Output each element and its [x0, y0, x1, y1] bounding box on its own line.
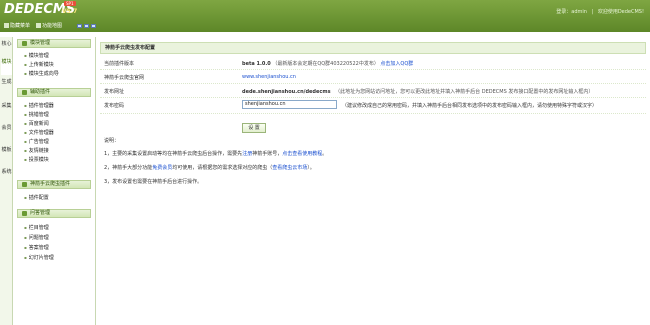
group-title: 模块管理 — [30, 40, 51, 46]
sidebar-item-friend-links[interactable]: 友情链接 — [24, 147, 49, 154]
settings-save-button[interactable]: 设 置 — [242, 123, 266, 133]
sidebar-item-error-manage[interactable]: 挑错管理 — [24, 111, 49, 118]
tab-generate[interactable]: 生成 — [1, 79, 12, 95]
hide-menu-button[interactable]: 隐藏菜单 — [4, 22, 30, 29]
tab-system[interactable]: 系统 — [1, 169, 12, 185]
row-official-site: 神箭手云爬虫官网 www.shenjianshou.cn — [100, 70, 646, 84]
sidebar-item-answer-manage[interactable]: 答案管理 — [24, 244, 49, 251]
row-publish-password: 发布密码 shenjianshou.cn （建议修改成自己的常用密码，并填入神箭… — [100, 98, 646, 114]
sidebar-item-category-manage[interactable]: 栏目管理 — [24, 224, 49, 231]
layout-toggle-icon-1[interactable] — [77, 24, 82, 28]
note-text: 2，神箭手大部分功能 — [104, 165, 153, 171]
sidebar-item-plugin-manager[interactable]: 插件管理器 — [24, 102, 54, 109]
crawler-market-link[interactable]: 查看爬虫云市场 — [272, 165, 307, 171]
group-title: 问答管理 — [30, 210, 51, 216]
sidebar-item-slideshow-manage[interactable]: 幻灯片管理 — [24, 254, 54, 261]
row-plugin-version: 当前插件版本 beta 1.0.0 （最新版本会定期在QQ群403220522中… — [100, 56, 646, 70]
layout-toggle-icon-2[interactable] — [84, 24, 89, 28]
sidebar-group-module-manage[interactable]: 模块管理 — [17, 39, 91, 48]
tab-label: 会员 — [1, 125, 12, 131]
note-text: 神箭手账号， — [252, 151, 283, 157]
free-member-link[interactable]: 免费会员 — [152, 165, 172, 171]
version-note: （最新版本会定期在QQ群403220522中发布） — [272, 61, 379, 67]
join-qq-group-link[interactable]: 点击加入QQ群 — [380, 61, 413, 67]
note-text: 。 — [322, 151, 328, 157]
tab-module[interactable]: 模块 — [1, 59, 12, 75]
sidebar-group-plugins[interactable]: 辅助插件 — [17, 88, 91, 97]
sidebar-item-module-manage[interactable]: 模块管理 — [24, 52, 49, 59]
tab-collect[interactable]: 采集 — [1, 103, 12, 119]
note-text: 1，主要的采集设置启动等均在神箭手云爬虫后台操作，需要先 — [104, 151, 243, 157]
sidebar-item-plugin-config[interactable]: 插件配置 — [24, 194, 49, 201]
login-user[interactable]: 登录：admin — [556, 9, 587, 15]
map-icon — [36, 23, 41, 28]
function-map-label: 功能地图 — [42, 23, 63, 29]
register-link[interactable]: 注册 — [242, 151, 252, 157]
tab-label: 系统 — [1, 169, 12, 175]
note-text: 均可使用，请根据您的需求选择对应的爬虫（ — [172, 165, 273, 171]
row-publish-url: 发布网址 dede.shenjianshou.cn/dedecms （此地址为您… — [100, 84, 646, 98]
tab-core[interactable]: 核心 — [1, 41, 12, 57]
vertical-tabs: 核心 模块 生成 采集 会员 模板 系统 — [0, 37, 13, 325]
tab-member[interactable]: 会员 — [1, 125, 12, 141]
group-title: 神箭手云爬虫插件 — [30, 181, 71, 187]
publish-url-note: （此地址为您网站访问地址，您可以更改此地址并填入神箭手后台 DEDECMS 发布… — [335, 89, 594, 95]
hide-menu-icon — [4, 23, 9, 28]
tab-label: 模板 — [1, 147, 12, 153]
note-1: 1，主要的采集设置启动等均在神箭手云爬虫后台操作，需要先注册神箭手账号，点击查看… — [104, 150, 327, 157]
notes-title: 说明： — [104, 138, 120, 144]
publish-url-label: 发布网址 — [104, 89, 125, 95]
publish-password-label: 发布密码 — [104, 103, 125, 109]
sidebar-item-module-wizard[interactable]: 模块生成向导 — [24, 70, 59, 77]
sidebar-item-question-manage[interactable]: 问题管理 — [24, 234, 49, 241]
tab-template[interactable]: 模板 — [1, 147, 12, 163]
tab-label: 核心 — [1, 41, 12, 47]
plugin-version-value: beta 1.0.0 （最新版本会定期在QQ群403220522中发布） 点击加… — [242, 60, 413, 67]
tab-label: 生成 — [1, 79, 12, 85]
version-badge: SP1 — [64, 1, 76, 6]
version-label: V5.7 — [62, 8, 78, 15]
sidebar-item-baidu-news[interactable]: 百度新闻 — [24, 120, 49, 127]
publish-url-value: dede.shenjianshou.cn/dedecms （此地址为您网站访问地… — [242, 88, 593, 95]
version-number: beta 1.0.0 — [242, 61, 271, 67]
tab-label: 采集 — [1, 103, 12, 109]
hide-menu-label: 隐藏菜单 — [10, 23, 31, 29]
publish-url-text: dede.shenjianshou.cn/dedecms — [242, 89, 331, 95]
tutorial-link[interactable]: 点击查看使用教程 — [282, 151, 322, 157]
sidebar-item-ad-manage[interactable]: 广告管理 — [24, 138, 49, 145]
tab-label: 模块 — [1, 59, 12, 65]
sidebar-group-qa[interactable]: 问答管理 — [17, 209, 91, 218]
official-site-link[interactable]: www.shenjianshou.cn — [242, 74, 296, 80]
divider: | — [591, 9, 594, 15]
welcome-text: 欢迎使用DedeCMS! — [597, 9, 644, 15]
panel-title: 神箭手云爬虫发布配置 — [100, 42, 646, 54]
sidebar: 模块管理 模块管理 上传新模块 模块生成向导 辅助插件 插件管理器 挑错管理 百… — [14, 37, 96, 325]
plugin-version-label: 当前插件版本 — [104, 61, 135, 67]
group-title: 辅助插件 — [30, 89, 51, 95]
function-map-button[interactable]: 功能地图 — [36, 22, 62, 29]
dedecms-logo[interactable]: DEDECMS SP1 V5.7 — [4, 1, 78, 18]
sidebar-group-shenjianshou[interactable]: 神箭手云爬虫插件 — [17, 180, 91, 189]
publish-password-note: （建议修改成自己的常用密码，并填入神箭手后台相同发布选项中的发布密码输入框内，请… — [342, 103, 598, 109]
note-text: 3，发布设置也需要在神箭手后台进行操作。 — [104, 179, 203, 185]
layout-toggle-icon-3[interactable] — [91, 24, 96, 28]
note-3: 3，发布设置也需要在神箭手后台进行操作。 — [104, 178, 202, 185]
official-site-label: 神箭手云爬虫官网 — [104, 75, 145, 81]
official-site-value: www.shenjianshou.cn — [242, 74, 296, 80]
sub-toolbar: 隐藏菜单 功能地图 — [0, 20, 650, 32]
sidebar-item-vote-module[interactable]: 投票模块 — [24, 156, 49, 163]
header-user-info: 登录：admin | 欢迎使用DedeCMS! — [553, 8, 644, 15]
top-header: DEDECMS SP1 V5.7 登录：admin | 欢迎使用DedeCMS!… — [0, 0, 650, 32]
sidebar-item-upload-module[interactable]: 上传新模块 — [24, 61, 54, 68]
note-2: 2，神箭手大部分功能免费会员均可使用，请根据您的需求选择对应的爬虫（查看爬虫云市… — [104, 164, 315, 171]
note-text: ）。 — [307, 165, 315, 171]
publish-password-input[interactable]: shenjianshou.cn — [242, 100, 337, 109]
sidebar-item-file-manager[interactable]: 文件管理器 — [24, 129, 54, 136]
